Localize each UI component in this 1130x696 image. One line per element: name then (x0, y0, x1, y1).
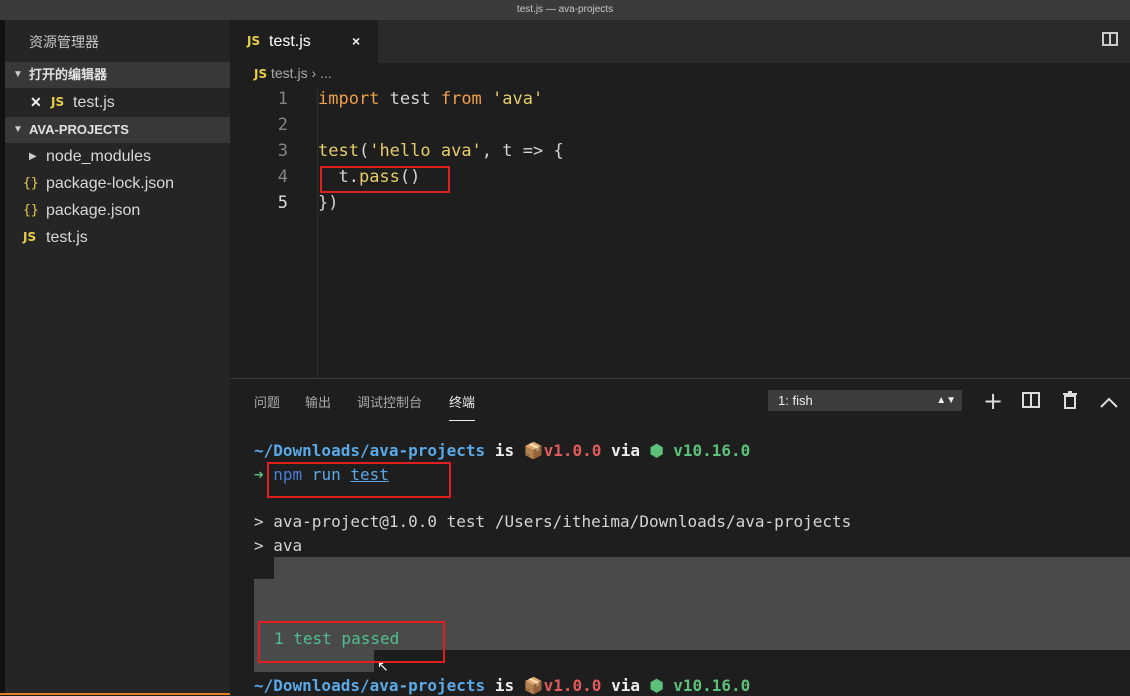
terminal-select[interactable]: 1: fish ▲▼ (768, 390, 962, 411)
package-icon: 📦 (523, 676, 544, 695)
js-file-icon: JS (254, 67, 268, 81)
json-file-icon: {} (23, 203, 39, 218)
js-file-icon: JS (23, 230, 37, 244)
code-text: }) (318, 193, 339, 213)
line-number: 4 (277, 167, 288, 187)
window-title: test.js — ava-projects (0, 0, 1130, 21)
tab-label: test.js (269, 33, 311, 50)
breadcrumb-file[interactable]: test.js (271, 65, 308, 81)
tree-item-label: package-lock.json (46, 175, 175, 192)
close-icon[interactable]: ✕ (30, 89, 42, 116)
tree-item-node-modules[interactable]: ▶ node_modules (5, 143, 230, 170)
terminal-output-line: > ava-project@1.0.0 test /Users/itheima/… (254, 512, 852, 531)
code-text: test('hello ava', t => { (318, 141, 564, 161)
editor-tab-bar: JS test.js × (230, 20, 1130, 63)
json-file-icon: {} (23, 176, 39, 191)
bottom-panel: 问题 输出 调试控制台 终端 1: fish ▲▼ + ~/Downloads/… (230, 378, 1130, 696)
tree-item-label: package.json (46, 202, 141, 219)
explorer-sidebar: 资源管理器 ▼ 打开的编辑器 ✕ JS test.js ▼ AVA-PROJEC… (5, 20, 230, 695)
highlight-box-pass (320, 166, 450, 193)
breadcrumb: JS test.js › ... (254, 65, 332, 81)
project-label: AVA-PROJECTS (29, 122, 129, 137)
updown-icon: ▲▼ (936, 395, 956, 406)
terminal-prompt-line: ~/Downloads/ava-projects is 📦v1.0.0 via … (254, 676, 751, 695)
highlight-box-result (258, 621, 445, 663)
tree-item-package-lock[interactable]: {} package-lock.json (5, 170, 230, 197)
node-icon: ⬢ (649, 441, 664, 460)
chevron-up-icon[interactable] (1100, 391, 1118, 411)
split-terminal-icon[interactable] (1022, 391, 1040, 411)
tree-item-package-json[interactable]: {} package.json (5, 197, 230, 224)
mouse-cursor-icon: ↖ (377, 659, 389, 675)
explorer-title: 资源管理器 (29, 34, 99, 50)
terminal-output-line: > ava (254, 536, 303, 555)
open-editors-section[interactable]: ▼ 打开的编辑器 (5, 62, 230, 88)
package-icon: 📦 (523, 441, 544, 460)
tree-item-label: test.js (46, 229, 88, 246)
tab-debug-console[interactable]: 调试控制台 (357, 392, 422, 411)
tab-problems[interactable]: 问题 (254, 392, 280, 411)
chevron-down-icon: ▼ (13, 124, 23, 135)
trash-icon[interactable] (1062, 391, 1078, 412)
chevron-down-icon: ▼ (13, 69, 23, 80)
chevron-right-icon: ▶ (29, 151, 37, 162)
indent-guide (317, 89, 318, 378)
terminal-prompt-line: ~/Downloads/ava-projects is 📦v1.0.0 via … (254, 441, 751, 460)
arrow-icon: ➜ (254, 465, 264, 484)
breadcrumb-separator: › (311, 65, 317, 81)
js-file-icon: JS (51, 95, 65, 109)
tree-item-test-js[interactable]: JS test.js (5, 224, 230, 251)
open-editor-item-test-js[interactable]: ✕ JS test.js (5, 89, 230, 116)
tab-terminal[interactable]: 终端 (449, 392, 476, 421)
highlight-box-command (267, 462, 451, 498)
js-file-icon: JS (247, 34, 261, 48)
line-number: 5 (277, 193, 288, 213)
node-icon: ⬢ (649, 676, 664, 695)
tree-item-label: node_modules (46, 148, 151, 165)
tab-test-js[interactable]: JS test.js × (230, 20, 378, 63)
editor-area: JS test.js × JS test.js › ... 1 import t… (230, 20, 1130, 378)
plus-icon[interactable]: + (983, 389, 1003, 413)
open-editor-filename: test.js (73, 94, 115, 111)
tab-output[interactable]: 输出 (305, 392, 331, 411)
project-section[interactable]: ▼ AVA-PROJECTS (5, 117, 230, 143)
breadcrumb-more[interactable]: ... (320, 65, 332, 81)
close-icon[interactable]: × (352, 20, 360, 63)
code-text: import test from 'ava' (318, 89, 544, 109)
line-number: 3 (277, 141, 288, 161)
open-editors-label: 打开的编辑器 (29, 67, 108, 82)
line-number: 1 (277, 89, 288, 109)
line-number: 2 (277, 115, 288, 135)
split-editor-icon[interactable] (1102, 32, 1118, 46)
terminal-select-value: 1: fish (778, 393, 813, 408)
